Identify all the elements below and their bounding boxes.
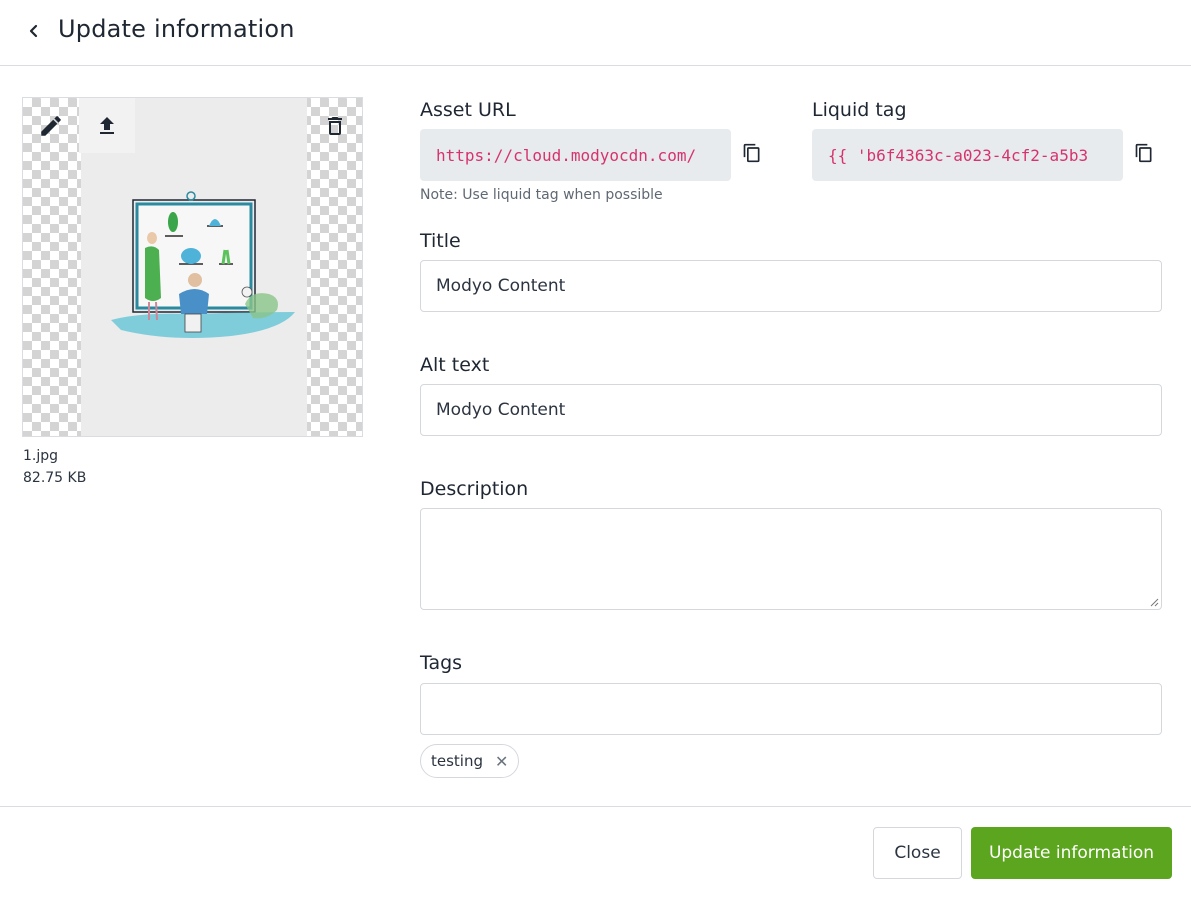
copy-icon: [743, 143, 760, 163]
back-button[interactable]: [22, 18, 46, 44]
trash-icon: [328, 116, 342, 135]
tag-chip-label: testing: [431, 752, 484, 770]
liquid-tag-field[interactable]: {{ 'b6f4363c-a023-4cf2-a5b3: [812, 129, 1123, 181]
description-textarea[interactable]: [420, 508, 1162, 610]
copy-liquid-tag-button[interactable]: [1132, 141, 1156, 165]
liquid-tag-label: Liquid tag: [812, 99, 907, 121]
update-information-button[interactable]: Update information: [971, 827, 1172, 879]
alt-text-input[interactable]: Modyo Content: [420, 384, 1162, 436]
tag-chip: testing ✕: [420, 744, 519, 778]
alt-text-label: Alt text: [420, 354, 490, 376]
close-icon[interactable]: ✕: [495, 752, 508, 771]
tags-label: Tags: [420, 652, 463, 674]
upload-button[interactable]: [79, 98, 135, 153]
liquid-tag-note: Note: Use liquid tag when possible: [420, 187, 663, 203]
title-label: Title: [420, 230, 461, 252]
image-preview: [22, 97, 363, 437]
upload-icon: [100, 116, 114, 134]
edit-button[interactable]: [23, 98, 79, 153]
file-name: 1.jpg: [23, 448, 59, 464]
delete-button[interactable]: [307, 98, 362, 153]
tags-input[interactable]: [420, 683, 1162, 735]
chevron-left-icon: [29, 24, 38, 38]
title-input[interactable]: Modyo Content: [420, 260, 1162, 312]
page-title: Update information: [58, 15, 295, 43]
copy-asset-url-button[interactable]: [740, 141, 764, 165]
asset-url-field[interactable]: https://cloud.modyocdn.com/: [420, 129, 731, 181]
dialog-header: Update information: [0, 0, 1191, 66]
resize-grip-icon[interactable]: [1149, 597, 1159, 607]
asset-url-label: Asset URL: [420, 99, 516, 121]
close-button[interactable]: Close: [873, 827, 962, 879]
description-label: Description: [420, 478, 529, 500]
copy-icon: [1135, 143, 1152, 163]
file-size: 82.75 KB: [23, 470, 87, 486]
pencil-icon: [41, 115, 61, 136]
